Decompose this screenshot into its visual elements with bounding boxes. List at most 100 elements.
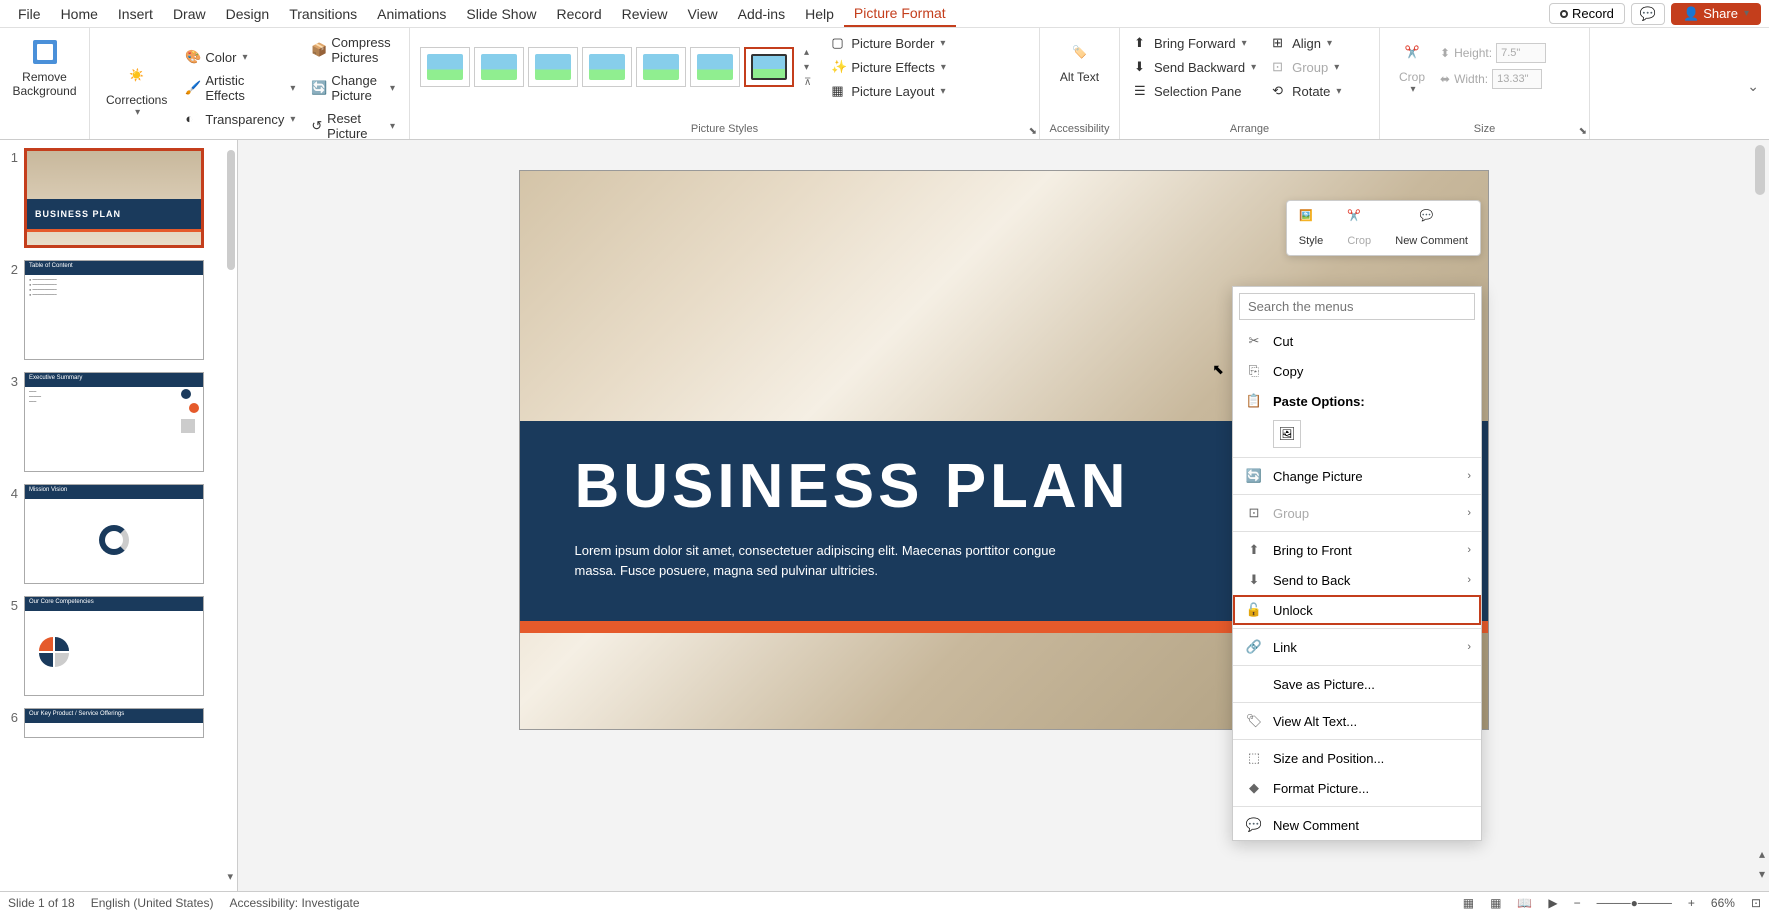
share-button[interactable]: 👤 Share ▾ [1671,3,1761,25]
menu-format-picture[interactable]: ◆ Format Picture... [1233,773,1481,803]
tab-home[interactable]: Home [51,2,108,26]
slide-nav-down[interactable]: ▾ [1757,865,1767,883]
zoom-level[interactable]: 66% [1711,896,1735,910]
size-position-icon: ⬚ [1245,749,1263,767]
slide-thumbnail-4[interactable]: Mission Vision [24,484,204,584]
ribbon-collapse-button[interactable]: ⌄ [1747,78,1759,95]
picture-style-2[interactable] [474,47,524,87]
mini-new-comment-button[interactable]: 💬 New Comment [1387,205,1476,251]
picture-style-7[interactable] [744,47,794,87]
picture-border-button[interactable]: ▢ Picture Border ▾ [825,32,952,54]
picture-layout-button[interactable]: ▦ Picture Layout ▾ [825,80,952,102]
picture-effects-button[interactable]: ✨ Picture Effects ▾ [825,56,952,78]
picture-style-3[interactable] [528,47,578,87]
slide-nav-up[interactable]: ▴ [1757,845,1767,863]
height-input[interactable] [1496,43,1546,63]
crop-button[interactable]: ✂️ Crop ▾ [1388,32,1436,99]
tab-transitions[interactable]: Transitions [279,2,367,26]
send-backward-button[interactable]: ⬇ Send Backward ▾ [1128,56,1262,78]
zoom-slider[interactable]: ────●──── [1597,896,1672,910]
tab-view[interactable]: View [678,2,728,26]
styles-expand[interactable]: ⊼ [804,77,811,88]
zoom-out-button[interactable]: − [1574,896,1581,910]
menu-size-and-position[interactable]: ⬚ Size and Position... [1233,743,1481,773]
slide-thumbnail-6[interactable]: Our Key Product / Service Offerings [24,708,204,738]
paste-option-picture[interactable]: 🖼 [1273,420,1301,448]
picture-style-4[interactable] [582,47,632,87]
width-input[interactable] [1492,69,1542,89]
slide-subtitle-text[interactable]: Lorem ipsum dolor sit amet, consectetuer… [575,541,1095,580]
view-sorter-button[interactable]: ▦ [1490,896,1501,910]
menu-search-input[interactable] [1239,293,1475,320]
thumbnail-scrollbar[interactable] [227,150,235,270]
slide-thumbnail-2[interactable]: Table of Content ● ━━━━━━━━━━● ━━━━━━━━━… [24,260,204,360]
accessibility-status[interactable]: Accessibility: Investigate [229,896,359,910]
record-label: Record [1572,6,1614,21]
tab-draw[interactable]: Draw [163,2,216,26]
picture-style-5[interactable] [636,47,686,87]
thumbnail-scroll-down[interactable]: ▾ [227,870,233,883]
menu-new-comment[interactable]: 💬 New Comment [1233,810,1481,840]
view-slideshow-button[interactable]: ▶ [1548,896,1557,910]
slide-thumbnail-1[interactable]: BUSINESS PLAN [24,148,204,248]
view-reading-button[interactable]: 📖 [1517,896,1532,910]
zoom-in-button[interactable]: + [1688,896,1695,910]
slide-thumbnail-3[interactable]: Executive Summary ━━━━━━━━━━━ [24,372,204,472]
record-button[interactable]: Record [1549,3,1625,24]
transparency-button[interactable]: ◐ Transparency ▾ [179,108,301,130]
menu-change-picture[interactable]: 🔄 Change Picture › [1233,461,1481,491]
color-button[interactable]: 🎨 Color ▾ [179,46,301,68]
menu-send-to-back[interactable]: ⬇ Send to Back › [1233,565,1481,595]
mini-style-button[interactable]: 🖼️ Style [1291,205,1331,251]
styles-scroll-down[interactable]: ▾ [804,62,811,73]
alt-text-button[interactable]: 🏷️ Alt Text [1048,32,1111,88]
selection-pane-button[interactable]: ☰ Selection Pane [1128,80,1262,102]
menu-cut[interactable]: ✂ Cut [1233,326,1481,356]
tab-addins[interactable]: Add-ins [728,2,795,26]
reset-picture-button[interactable]: ↺ Reset Picture ▾ [305,108,401,144]
menu-format-picture-label: Format Picture... [1273,781,1369,796]
tab-help[interactable]: Help [795,2,844,26]
view-normal-button[interactable]: ▦ [1463,896,1474,910]
align-button[interactable]: ⊞ Align ▾ [1266,32,1347,54]
tab-design[interactable]: Design [216,2,280,26]
tab-animations[interactable]: Animations [367,2,456,26]
menu-copy[interactable]: ⎘ Copy [1233,356,1481,386]
picture-style-1[interactable] [420,47,470,87]
menu-bring-to-front[interactable]: ⬆ Bring to Front › [1233,535,1481,565]
tab-insert[interactable]: Insert [108,2,163,26]
compress-pictures-button[interactable]: 📦 Compress Pictures [305,32,401,68]
tab-slideshow[interactable]: Slide Show [456,2,546,26]
corrections-button[interactable]: ☀️ Corrections ▾ [98,55,175,122]
bring-forward-button[interactable]: ⬆ Bring Forward ▾ [1128,32,1262,54]
picture-style-6[interactable] [690,47,740,87]
vertical-scrollbar[interactable] [1755,145,1765,195]
remove-background-button[interactable]: Remove Background [8,32,81,103]
change-picture-button[interactable]: 🔄 Change Picture ▾ [305,70,401,106]
artistic-effects-button[interactable]: 🖌️ Artistic Effects ▾ [179,70,301,106]
slide-thumbnail-5[interactable]: Our Core Competencies [24,596,204,696]
menu-unlock[interactable]: 🔓 Unlock [1233,595,1481,625]
styles-scroll-up[interactable]: ▴ [804,47,811,58]
menu-view-alt-text[interactable]: 🏷 View Alt Text... [1233,706,1481,736]
rotate-button[interactable]: ⟲ Rotate ▾ [1266,80,1347,102]
group-button[interactable]: ⊡ Group ▾ [1266,56,1347,78]
slide-thumbnail-panel[interactable]: 1 BUSINESS PLAN 2 Table of Content ● ━━━… [0,140,238,891]
language-indicator[interactable]: English (United States) [91,896,214,910]
size-dialog-launcher[interactable]: ⬊ [1579,126,1587,137]
menu-link[interactable]: 🔗 Link › [1233,632,1481,662]
tab-picture-format[interactable]: Picture Format [844,1,956,27]
menu-save-as-picture[interactable]: Save as Picture... [1233,669,1481,699]
slide-title-text[interactable]: BUSINESS PLAN [575,451,1130,522]
slide-canvas-area[interactable]: BUSINESS PLAN Lorem ipsum dolor sit amet… [238,140,1769,891]
slide-counter[interactable]: Slide 1 of 18 [8,896,75,910]
bring-front-icon: ⬆ [1245,541,1263,559]
styles-dialog-launcher[interactable]: ⬊ [1029,126,1037,137]
fit-to-window-button[interactable]: ⊡ [1751,896,1761,910]
chevron-down-icon: ▾ [1334,62,1339,73]
mini-crop-button[interactable]: ✂️ Crop [1339,205,1379,251]
tab-file[interactable]: File [8,2,51,26]
tab-record[interactable]: Record [546,2,611,26]
tab-review[interactable]: Review [612,2,678,26]
comments-button[interactable]: 💬 [1631,3,1665,25]
